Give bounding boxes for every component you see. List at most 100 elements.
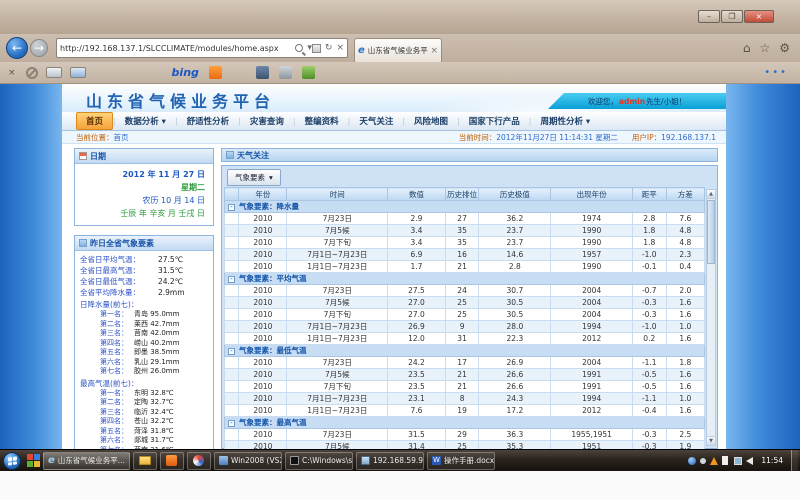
taskbar-app-round-button[interactable] <box>187 452 211 470</box>
taskbar-window-button-1[interactable]: Win2008 (VS2... <box>214 452 282 470</box>
show-desktop-button[interactable] <box>791 450 798 472</box>
table-row[interactable]: 20107月5候27.02530.52004-0.31.6 <box>225 297 705 309</box>
table-row[interactable]: 20107月23日2.92736.219742.87.6 <box>225 213 705 225</box>
table-row[interactable]: 20107月1日~7月23日6.91614.61957-1.02.3 <box>225 249 705 261</box>
tab-close-icon[interactable]: × <box>430 46 438 56</box>
nav-item-3[interactable]: 舒适性分析 <box>178 113 239 129</box>
nav-item-2[interactable]: 数据分析 ▾ <box>116 113 175 129</box>
addon-card-icon-2[interactable] <box>70 67 86 78</box>
addon-blue-icon[interactable] <box>256 66 269 79</box>
collapse-icon[interactable]: - <box>228 348 235 355</box>
address-bar[interactable]: http://192.168.137.1/SLCCLIMATE/modules/… <box>56 38 348 58</box>
taskbar-ie-button[interactable]: e 山东省气候业务平... <box>43 452 130 470</box>
taskbar-window-button-3[interactable]: 192.168.59.99... <box>356 452 424 470</box>
back-button[interactable]: ← <box>6 37 28 59</box>
collapse-icon[interactable]: - <box>228 276 235 283</box>
column-header[interactable]: 距平 <box>632 188 666 201</box>
table-row[interactable]: 20107月5候3.43523.719901.84.8 <box>225 225 705 237</box>
home-icon[interactable]: ⌂ <box>743 41 751 55</box>
favorites-star-icon[interactable]: ☆ <box>759 41 770 55</box>
table-row[interactable]: 20107月23日27.52430.72004-0.72.0 <box>225 285 705 297</box>
table-row[interactable]: 20107月5候23.52126.61991-0.51.6 <box>225 369 705 381</box>
refresh-icon[interactable]: ↻ <box>325 39 333 57</box>
column-header[interactable]: 历史排位 <box>445 188 479 201</box>
table-row[interactable]: 20107月下旬27.02530.52004-0.31.6 <box>225 309 705 321</box>
blocked-content-icon[interactable] <box>26 67 38 79</box>
start-button[interactable] <box>3 452 21 470</box>
maximize-button[interactable]: ❐ <box>721 10 743 23</box>
column-header[interactable]: 历史极值 <box>479 188 551 201</box>
addon-card-icon-1[interactable] <box>46 67 62 78</box>
taskbar-clock[interactable]: 11:54 <box>761 456 783 465</box>
tray-hidden-icons[interactable] <box>700 458 706 464</box>
table-row[interactable]: 20107月5候31.42535.31951-0.31.9 <box>225 441 705 450</box>
nav-item-6[interactable]: 天气关注 <box>350 113 402 129</box>
url-text[interactable]: http://192.168.137.1/SLCCLIMATE/modules/… <box>60 44 295 53</box>
forward-button[interactable]: → <box>30 39 48 57</box>
scroll-down-icon[interactable]: ▼ <box>707 436 715 445</box>
table-cell: 1.6 <box>666 405 704 417</box>
column-header[interactable]: 时间 <box>287 188 388 201</box>
element-filter-button[interactable]: 气象要素 ▾ <box>227 169 281 186</box>
addon-orange-icon[interactable] <box>209 66 222 79</box>
nav-item-7[interactable]: 风险地图 <box>405 113 457 129</box>
nav-item-5[interactable]: 整编资料 <box>296 113 348 129</box>
settings-gear-icon[interactable]: ⚙ <box>779 41 790 55</box>
table-row[interactable]: 20107月23日31.52936.31955,1951-0.32.5 <box>225 429 705 441</box>
minimize-button[interactable]: – <box>698 10 720 23</box>
taskbar-window-button-4[interactable]: W操作手册.docx ... <box>427 452 495 470</box>
bing-logo[interactable]: bing <box>172 66 199 79</box>
group-row[interactable]: -气象要素：降水量 <box>225 201 705 213</box>
nav-item-9[interactable]: 周期性分析 ▾ <box>531 113 599 129</box>
table-row[interactable]: 20101月1日~7月23日7.61917.22012-0.41.6 <box>225 405 705 417</box>
table-row[interactable]: 20107月1日~7月23日26.9928.01994-1.01.0 <box>225 321 705 333</box>
table-row[interactable]: 20107月下旬23.52126.61991-0.51.6 <box>225 381 705 393</box>
pinned-app-icon[interactable] <box>27 454 40 467</box>
table-row[interactable]: 20107月下旬3.43523.719901.84.8 <box>225 237 705 249</box>
stat-value: 2.9mm <box>158 287 185 298</box>
browser-tab[interactable]: e 山东省气候业务平... × <box>354 38 442 62</box>
scrollbar-thumb[interactable] <box>707 200 715 264</box>
compatibility-view-icon[interactable] <box>312 44 321 53</box>
group-row[interactable]: -气象要素：平均气温 <box>225 273 705 285</box>
close-button[interactable]: × <box>744 10 774 23</box>
addon-green-icon[interactable] <box>302 66 315 79</box>
tray-download-icon[interactable] <box>710 457 718 465</box>
column-header[interactable]: 数值 <box>388 188 446 201</box>
system-tray: 11:54 <box>688 450 798 472</box>
breadcrumb-value[interactable]: 首页 <box>114 133 129 142</box>
nav-item-8[interactable]: 国家下行产品 <box>460 113 529 129</box>
addon-gray-icon[interactable] <box>279 66 292 79</box>
table-scrollbar[interactable]: ▲ ▼ <box>706 189 716 446</box>
row-select-cell <box>225 309 239 321</box>
tray-volume-icon[interactable] <box>746 457 753 465</box>
table-row[interactable]: 20107月23日24.21726.92004-1.11.8 <box>225 357 705 369</box>
ranking-item: 第二名：定陶 32.7℃ <box>80 398 210 408</box>
stop-icon[interactable]: × <box>336 39 344 57</box>
tray-network-icon[interactable] <box>734 457 742 465</box>
scroll-up-icon[interactable]: ▲ <box>707 190 715 199</box>
nav-item-1[interactable]: 首页 <box>76 112 113 130</box>
addon-close-icon[interactable]: × <box>8 68 16 78</box>
group-row[interactable]: -气象要素：最低气温 <box>225 345 705 357</box>
table-row[interactable]: 20101月1日~7月23日12.03122.320120.21.6 <box>225 333 705 345</box>
more-options-icon[interactable]: ••• <box>764 67 788 78</box>
tray-messenger-icon[interactable] <box>688 457 696 465</box>
taskbar-app-orange-button[interactable] <box>160 452 184 470</box>
group-row[interactable]: -气象要素：最高气温 <box>225 417 705 429</box>
taskbar-explorer-button[interactable] <box>133 452 157 470</box>
nav-item-4[interactable]: 灾害查询 <box>241 113 293 129</box>
window-titlebar[interactable]: – ❐ × <box>0 0 800 34</box>
collapse-icon[interactable]: - <box>228 420 235 427</box>
table-row[interactable]: 20101月1日~7月23日1.7212.81990-0.10.4 <box>225 261 705 273</box>
column-header[interactable] <box>225 188 239 201</box>
column-header[interactable]: 方差 <box>666 188 704 201</box>
tray-action-center-icon[interactable] <box>722 456 730 465</box>
collapse-icon[interactable]: - <box>228 204 235 211</box>
column-header[interactable]: 年份 <box>239 188 287 201</box>
table-row[interactable]: 20107月1日~7月23日23.1824.31994-1.11.0 <box>225 393 705 405</box>
row-select-cell <box>225 333 239 345</box>
column-header[interactable]: 出现年份 <box>551 188 633 201</box>
search-icon[interactable] <box>295 44 303 52</box>
taskbar-window-button-2[interactable]: C:\Windows\s... <box>285 452 353 470</box>
